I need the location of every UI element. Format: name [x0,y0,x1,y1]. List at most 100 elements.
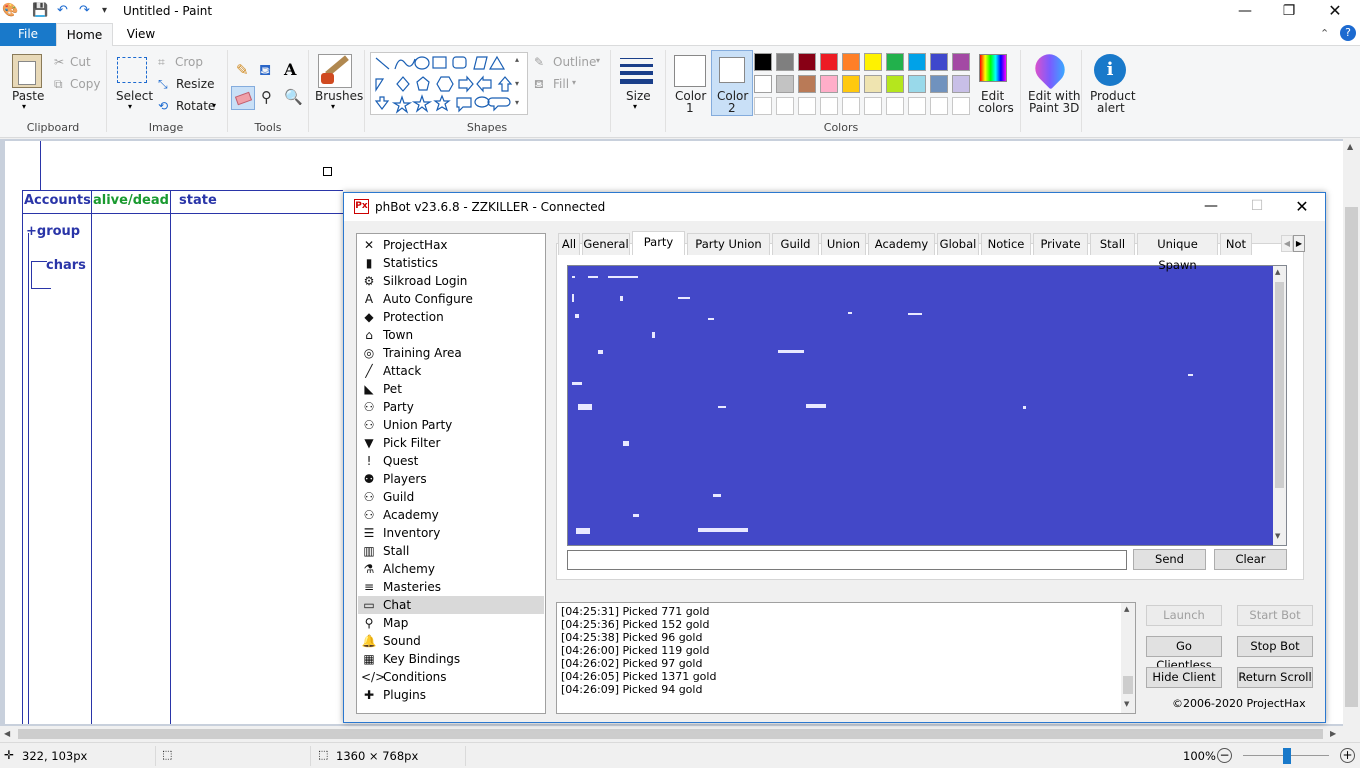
palette-swatch[interactable] [908,75,926,93]
tab-scroll-right-icon[interactable]: ▶ [1293,235,1305,252]
palette-swatch[interactable] [820,53,838,71]
nav-item-sound[interactable]: 🔔 Sound [358,632,544,650]
palette-swatch[interactable] [930,75,948,93]
launch-button[interactable]: Launch [1146,605,1222,626]
clear-button[interactable]: Clear [1214,549,1287,570]
horizontal-scrollbar[interactable]: ◀ ▶ [0,726,1360,742]
undo-icon[interactable]: ↶ [54,3,71,19]
size-button[interactable]: Size [626,89,651,103]
minimize-button[interactable]: — [1222,0,1268,23]
stop-bot-button[interactable]: Stop Bot [1237,636,1313,657]
bot-log[interactable]: [04:25:31] Picked 771 gold [04:25:36] Pic… [556,602,1136,714]
palette-swatch[interactable] [864,75,882,93]
chat-messages[interactable] [567,265,1287,546]
custom-color-swatch[interactable] [754,97,772,115]
palette-swatch[interactable] [776,75,794,93]
phbot-maximize-button[interactable]: ☐ [1234,193,1280,221]
nav-item-training-area[interactable]: ◎ Training Area [358,344,544,362]
nav-item-players[interactable]: ⚉ Players [358,470,544,488]
nav-item-map[interactable]: ⚲ Map [358,614,544,632]
nav-item-stall[interactable]: ▥ Stall [358,542,544,560]
zoom-slider-thumb[interactable] [1283,748,1291,764]
chat-tab-party-union[interactable]: Party Union [687,233,770,255]
brushes-dropdown-icon[interactable]: ▾ [331,102,335,111]
custom-color-swatch[interactable] [864,97,882,115]
save-icon[interactable]: 💾 [32,3,49,19]
chat-tab-global[interactable]: Global [937,233,979,255]
custom-color-swatch[interactable] [908,97,926,115]
chat-scrollbar[interactable]: ▲ ▼ [1273,266,1286,545]
chat-tab-unique-spawn[interactable]: Unique Spawn [1137,233,1218,272]
nav-item-projecthax[interactable]: ✕ ProjectHax [358,236,544,254]
log-scroll-down-icon[interactable]: ▼ [1124,700,1129,708]
nav-item-town[interactable]: ⌂ Town [358,326,544,344]
custom-color-swatch[interactable] [842,97,860,115]
custom-color-swatch[interactable] [952,97,970,115]
copy-button[interactable]: Copy [70,77,100,91]
resize-button[interactable]: Resize [176,77,214,91]
paste-button[interactable]: Paste [12,89,44,103]
palette-swatch[interactable] [952,53,970,71]
shapes-scroll-up-icon[interactable]: ▴ [515,55,519,64]
nav-item-auto-configure[interactable]: A Auto Configure [358,290,544,308]
text-tool-icon[interactable]: A [284,60,296,79]
nav-item-guild[interactable]: ⚇ Guild [358,488,544,506]
chat-scroll-down-icon[interactable]: ▼ [1275,532,1280,540]
customize-quick-access-icon[interactable]: ▾ [96,3,113,19]
pencil-icon[interactable]: ✎ [236,61,249,79]
brushes-button[interactable]: Brushes [315,89,363,103]
palette-swatch[interactable] [886,53,904,71]
maximize-button[interactable]: ❐ [1266,0,1312,23]
palette-swatch[interactable] [754,53,772,71]
custom-color-swatch[interactable] [886,97,904,115]
vertical-scrollbar[interactable]: ▲ [1343,139,1360,726]
size-dropdown-icon[interactable]: ▾ [633,102,637,111]
scrollbar-thumb[interactable] [1345,207,1358,707]
phbot-minimize-button[interactable]: — [1188,193,1234,221]
chat-tab-guild[interactable]: Guild [772,233,819,255]
palette-swatch[interactable] [776,53,794,71]
shapes-expand-icon[interactable]: ▾ [515,98,519,107]
crop-button[interactable]: Crop [175,55,203,69]
tab-scroll-left-icon[interactable]: ◀ [1281,235,1293,252]
tab-file[interactable]: File [0,23,56,46]
nav-item-chat[interactable]: ▭ Chat [358,596,544,614]
select-button[interactable]: Select [116,89,153,103]
chat-tab-stall[interactable]: Stall [1090,233,1135,255]
fill-button[interactable]: Fill [553,77,569,91]
outline-button[interactable]: Outline [553,55,596,69]
chat-tab-not[interactable]: Not [1220,233,1252,255]
edit-colors-icon[interactable] [979,54,1007,82]
palette-swatch[interactable] [842,53,860,71]
nav-item-plugins[interactable]: ✚ Plugins [358,686,544,704]
rotate-button[interactable]: Rotate [176,99,215,113]
scroll-up-icon[interactable]: ▲ [1347,142,1353,151]
nav-item-party[interactable]: ⚇ Party [358,398,544,416]
return-scroll-button[interactable]: Return Scroll [1237,667,1313,688]
nav-item-protection[interactable]: ◆ Protection [358,308,544,326]
paste-dropdown-icon[interactable]: ▾ [22,102,26,111]
nav-item-attack[interactable]: ╱ Attack [358,362,544,380]
chat-message-input[interactable] [567,550,1127,570]
size-icon[interactable] [620,56,653,84]
custom-color-swatch[interactable] [798,97,816,115]
rotate-dropdown-icon[interactable]: ▾ [212,101,216,110]
scroll-left-icon[interactable]: ◀ [4,729,10,738]
shapes-gallery[interactable] [370,52,528,115]
start-bot-button[interactable]: Start Bot [1237,605,1313,626]
close-button[interactable]: ✕ [1312,0,1358,23]
zoom-out-button[interactable]: − [1217,748,1232,763]
nav-item-union-party[interactable]: ⚇ Union Party [358,416,544,434]
scrollbar-thumb[interactable] [18,729,1323,739]
palette-swatch[interactable] [798,75,816,93]
chat-scroll-up-icon[interactable]: ▲ [1275,268,1280,276]
paste-icon[interactable] [12,54,42,88]
chat-tab-notice[interactable]: Notice [981,233,1031,255]
custom-color-swatch[interactable] [776,97,794,115]
outline-dropdown-icon[interactable]: ▾ [596,56,600,65]
chat-tab-private[interactable]: Private [1033,233,1088,255]
resize-handle[interactable] [323,167,332,176]
nav-item-quest[interactable]: ! Quest [358,452,544,470]
nav-item-pick-filter[interactable]: ▼ Pick Filter [358,434,544,452]
nav-item-conditions[interactable]: </> Conditions [358,668,544,686]
